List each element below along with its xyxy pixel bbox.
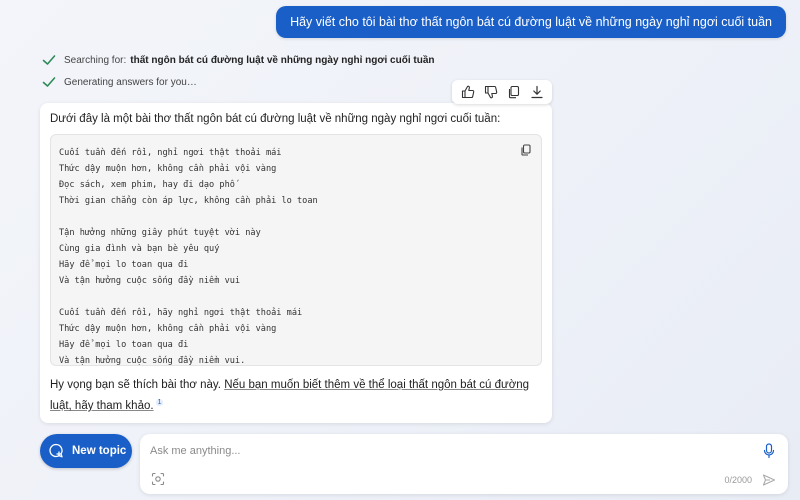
thumbs-up-icon — [461, 85, 474, 99]
poem-line: Thời gian chẳng còn áp lực, không cần ph… — [59, 196, 318, 206]
poem-line: Thức dậy muộn hơn, không cần phải vội và… — [59, 164, 277, 174]
poem-line: Cuối tuần đến rồi, nghỉ ngơi thật thoải … — [59, 148, 282, 158]
searching-prefix: Searching for: — [64, 54, 127, 66]
poem-line: Và tận hưởng cuộc sống đầy niềm vui. — [59, 356, 246, 366]
thumbs-down-icon — [484, 85, 497, 99]
response-action-bar — [452, 80, 552, 104]
download-icon — [530, 85, 543, 99]
code-copy-button[interactable] — [517, 141, 535, 159]
generating-text: Generating answers for you… — [64, 76, 197, 88]
copy-icon — [508, 85, 519, 99]
send-icon[interactable] — [762, 473, 776, 487]
searching-status: Searching for: thất ngôn bát cú đường lu… — [42, 53, 435, 67]
chat-input[interactable] — [150, 442, 750, 460]
download-button[interactable] — [527, 82, 547, 102]
poem-line: Hãy để mọi lo toan qua đi — [59, 260, 189, 270]
poem-line: Thức dậy muộn hơn, không cần phải vội và… — [59, 324, 277, 334]
new-topic-label: New topic — [72, 445, 127, 457]
mic-icon[interactable] — [762, 443, 776, 459]
poem-code-block: Cuối tuần đến rồi, nghỉ ngơi thật thoải … — [50, 134, 542, 366]
image-search-icon[interactable] — [151, 472, 165, 486]
citation-badge[interactable]: 1 — [155, 399, 164, 406]
poem-line: Đọc sách, xem phim, hay đi dạo phố — [59, 180, 235, 190]
generating-status: Generating answers for you… — [42, 75, 197, 89]
character-counter: 0/2000 — [724, 475, 752, 485]
user-message-text: Hãy viết cho tôi bài thơ thất ngôn bát c… — [290, 15, 772, 29]
chat-plus-icon — [49, 443, 63, 458]
answer-outro: Hy vọng bạn sẽ thích bài thơ này. Nếu bạ… — [50, 376, 540, 415]
poem-line: Hãy để mọi lo toan qua đi — [59, 340, 189, 350]
poem-line: Tận hưởng những giây phút tuyệt vời này — [59, 228, 261, 238]
answer-card: Dưới đây là một bài thơ thất ngôn bát cú… — [40, 103, 552, 423]
user-message-bubble: Hãy viết cho tôi bài thơ thất ngôn bát c… — [276, 6, 786, 38]
new-topic-button[interactable]: New topic — [40, 434, 132, 468]
answer-intro: Dưới đây là một bài thơ thất ngôn bát cú… — [50, 113, 501, 125]
dislike-button[interactable] — [481, 82, 501, 102]
searching-query: thất ngôn bát cú đường luật về những ngà… — [130, 54, 435, 66]
check-icon — [42, 55, 56, 65]
copy-response-button[interactable] — [504, 82, 524, 102]
poem-line: Và tận hưởng cuộc sống đầy niềm vui — [59, 276, 241, 286]
outro-text: Hy vọng bạn sẽ thích bài thơ này. — [50, 379, 225, 391]
poem-line: Cuối tuần đến rồi, hãy nghỉ ngơi thật th… — [59, 308, 303, 318]
copy-icon — [521, 144, 531, 156]
poem-line: Cùng gia đình và bạn bè yêu quý — [59, 244, 220, 254]
like-button[interactable] — [458, 82, 478, 102]
check-icon — [42, 77, 56, 87]
chat-composer: 0/2000 — [140, 434, 788, 494]
